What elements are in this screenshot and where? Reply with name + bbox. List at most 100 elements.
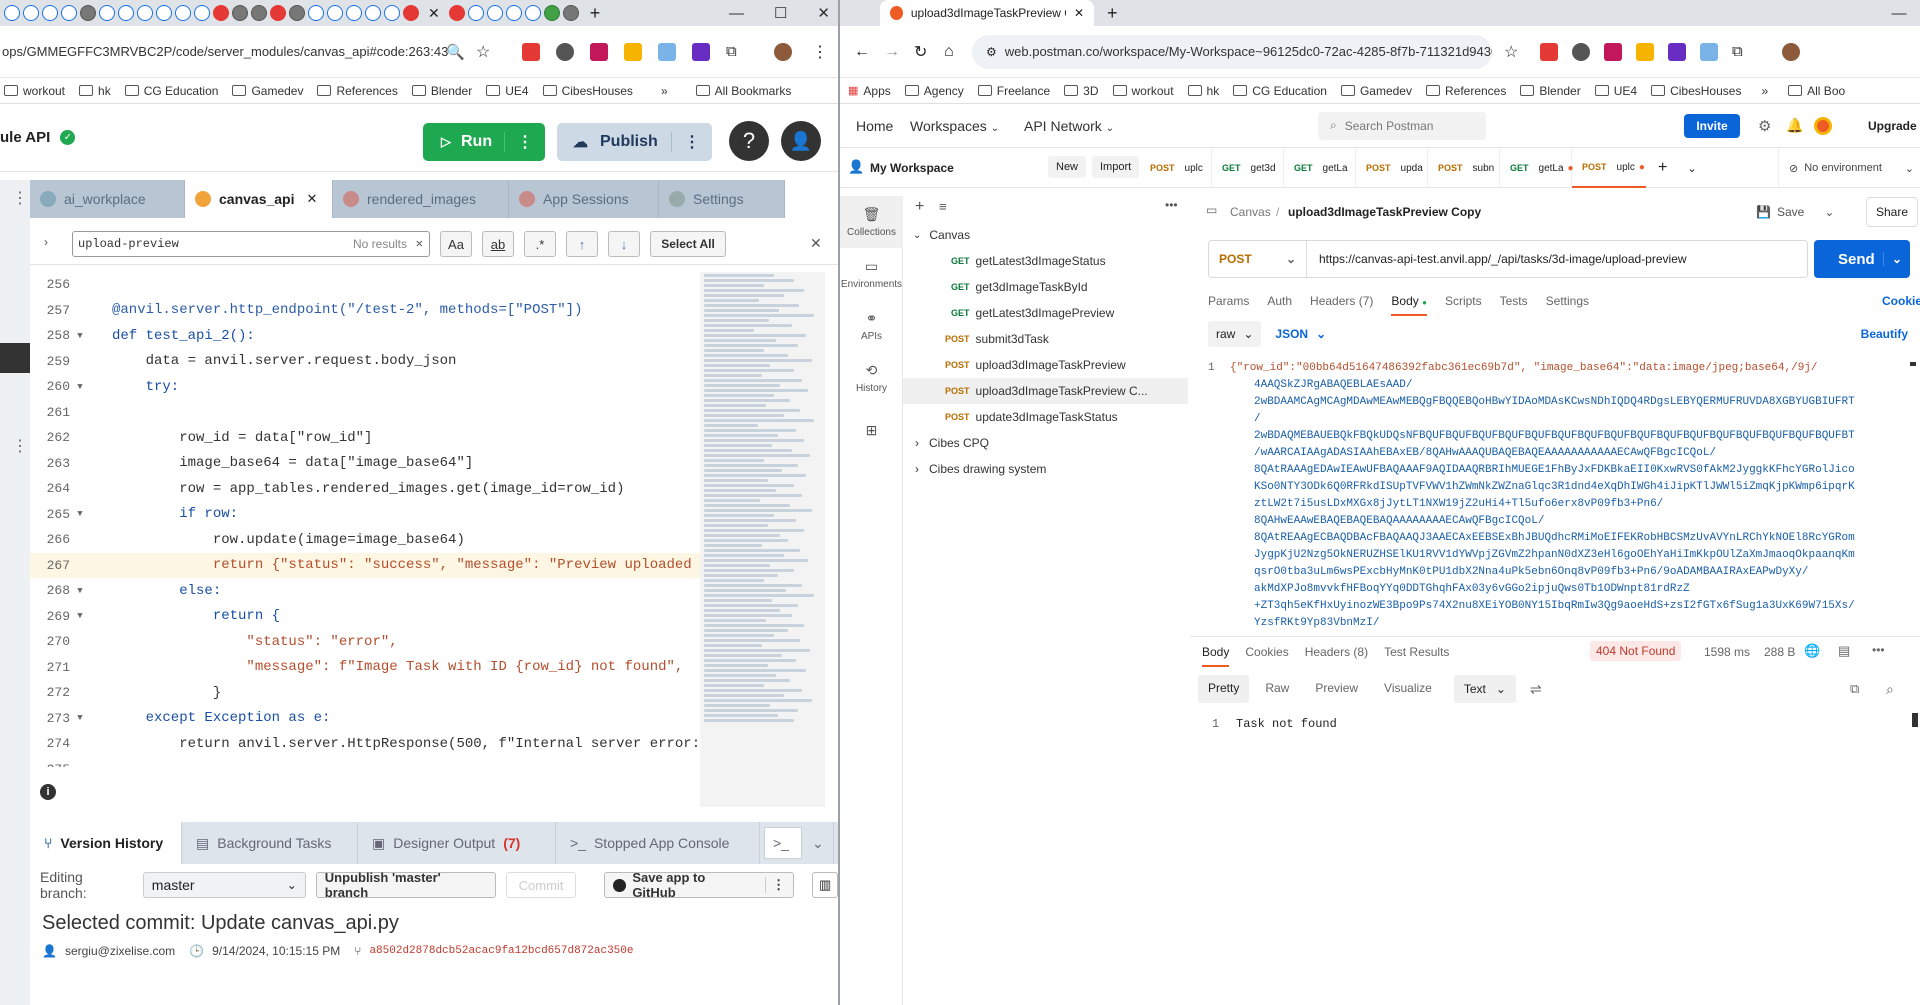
zoom-icon[interactable]: 🔍 — [446, 43, 465, 61]
forward-icon[interactable]: → — [884, 43, 900, 61]
fold-arrow-icon[interactable]: ▼ — [70, 713, 90, 723]
collection-canvas[interactable]: ⌄ Canvas — [903, 222, 1188, 248]
json-select[interactable]: JSON ⌄ — [1275, 327, 1326, 341]
tab-favicon[interactable] — [467, 5, 484, 21]
import-button[interactable]: Import — [1092, 156, 1140, 178]
tab-favicon[interactable] — [194, 5, 210, 21]
extension-icon[interactable] — [1636, 42, 1654, 61]
globe-icon[interactable]: 🌐 — [1804, 643, 1820, 659]
bookmark-folder[interactable]: Blender — [1520, 84, 1581, 98]
method-select[interactable]: POST ⌄ — [1209, 241, 1307, 277]
code-minimap[interactable] — [700, 272, 825, 807]
tab-favicon[interactable] — [80, 5, 96, 21]
invite-button[interactable]: Invite — [1684, 113, 1740, 138]
tab-ai-workplace[interactable]: ai_workplace — [30, 180, 185, 218]
tree-request-selected[interactable]: POST upload3dImageTaskPreview C... — [903, 378, 1188, 404]
collection-cibes-cpq[interactable]: › Cibes CPQ — [903, 430, 1188, 456]
notifications-bell-icon[interactable]: 🔔 — [1786, 117, 1803, 134]
previous-match-button[interactable]: ↑ — [566, 231, 598, 257]
request-tab[interactable]: GET get3d — [1212, 148, 1284, 188]
extension-icon[interactable] — [1604, 42, 1622, 61]
bookmark-folder[interactable]: Gamedev — [1340, 84, 1412, 98]
bookmark-star-icon[interactable]: ☆ — [1504, 42, 1518, 62]
tabs-dropdown-icon[interactable]: ⌄ — [1687, 148, 1696, 188]
tab-favicon[interactable] — [213, 5, 229, 21]
tab-favicon[interactable] — [365, 5, 381, 21]
code-editor[interactable]: 256 257 @anvil.server.http_endpoint("/tes… — [30, 272, 702, 767]
bookmark-star-icon[interactable]: ☆ — [476, 42, 490, 62]
extension-icon[interactable] — [556, 42, 574, 61]
browser-tab-active[interactable]: upload3dImageTaskPreview Co ✕ — [880, 0, 1094, 26]
nav-home[interactable]: Home — [856, 118, 893, 134]
search-postman[interactable]: ⌕ Search Postman — [1318, 111, 1486, 140]
tab-response-body[interactable]: Body — [1202, 645, 1230, 667]
request-tab[interactable]: POST subn — [1428, 148, 1500, 188]
minimize-icon[interactable]: — — [1892, 5, 1907, 22]
site-settings-icon[interactable]: ⚙ — [986, 45, 997, 59]
tree-request[interactable]: POST update3dImageTaskStatus — [903, 404, 1188, 430]
tab-favicon[interactable] — [308, 5, 324, 21]
chevron-right-icon[interactable]: › — [44, 235, 48, 249]
extension-icon[interactable] — [1700, 42, 1718, 61]
new-tab-icon[interactable]: + — [590, 3, 601, 24]
view-preview[interactable]: Preview — [1305, 675, 1368, 703]
layout-toggle-button[interactable]: ▥ — [812, 872, 838, 898]
clear-find-icon[interactable]: ✕ — [416, 236, 423, 251]
sidebar-item-environments[interactable]: ▭ Environments — [840, 248, 903, 300]
tab-settings[interactable]: Settings — [1546, 294, 1589, 316]
next-match-button[interactable]: ↓ — [608, 231, 640, 257]
drag-handle-icon[interactable]: ⋮ — [12, 436, 28, 456]
request-tab-active[interactable]: POST uplc ● — [1572, 148, 1646, 188]
bookmark-folder[interactable]: 3D — [1064, 84, 1099, 98]
tab-favicon[interactable] — [270, 5, 286, 21]
tab-favicon[interactable] — [4, 5, 20, 21]
wrap-lines-icon[interactable]: ⇌ — [1530, 675, 1542, 703]
sidebar-item-collections[interactable]: 🗑 Collections — [840, 196, 903, 248]
close-tab-icon[interactable]: ✕ — [428, 5, 440, 22]
info-icon[interactable]: i — [40, 784, 56, 800]
send-button[interactable]: Send ⌄ — [1814, 240, 1910, 278]
tree-request[interactable]: GET getLatest3dImageStatus — [903, 248, 1188, 274]
commit-hash[interactable]: a8502d2878dcb52acac9fa12bcd657d872ac350e — [369, 945, 633, 957]
cookies-link[interactable]: Cookies — [1882, 294, 1920, 308]
tab-background-tasks[interactable]: ▤ Background Tasks — [182, 822, 358, 864]
drag-handle-icon[interactable]: ⋮ — [12, 188, 28, 208]
request-body-editor[interactable]: 1 {"row_id":"00bb64d51647486392fabc361ec… — [1202, 358, 1907, 628]
more-bookmarks-icon[interactable]: » — [661, 84, 668, 98]
branch-select[interactable]: master ⌄ — [142, 872, 306, 898]
bookmark-folder[interactable]: Freelance — [977, 84, 1050, 98]
tab-favicon[interactable] — [23, 5, 39, 21]
bookmark-folder[interactable]: CibesHouses — [542, 84, 633, 98]
view-raw[interactable]: Raw — [1255, 675, 1299, 703]
extension-icon[interactable] — [1572, 42, 1590, 61]
tab-favicon[interactable] — [156, 5, 172, 21]
publish-options-icon[interactable]: ⋮ — [671, 132, 700, 152]
tab-favicon[interactable] — [175, 5, 191, 21]
tab-favicon[interactable] — [562, 5, 579, 21]
tab-params[interactable]: Params — [1208, 294, 1249, 316]
close-tab-icon[interactable]: ✕ — [1074, 6, 1084, 20]
environment-select[interactable]: ⊘ No environment ⌄ — [1778, 148, 1920, 188]
fold-arrow-icon[interactable]: ▼ — [70, 586, 90, 596]
tab-favicon[interactable] — [137, 5, 153, 21]
tab-favicon[interactable] — [505, 5, 522, 21]
url-field[interactable]: ⚙ web.postman.co/workspace/My-Workspace~… — [972, 34, 1492, 69]
more-options-icon[interactable]: ••• — [1872, 643, 1885, 657]
tab-favicon[interactable] — [232, 5, 248, 21]
save-response-icon[interactable]: ▤ — [1838, 643, 1850, 659]
search-icon[interactable]: ⌕ — [1886, 681, 1894, 698]
profile-avatar-icon[interactable] — [1782, 42, 1800, 61]
browser-menu-icon[interactable]: ⋮ — [812, 42, 828, 62]
share-button[interactable]: Share — [1866, 197, 1918, 227]
bookmark-folder[interactable]: CibesHouses — [1651, 84, 1741, 98]
chevron-down-icon[interactable]: ⌄ — [1824, 205, 1834, 219]
view-pretty[interactable]: Pretty — [1198, 675, 1250, 703]
tab-favicon[interactable] — [384, 5, 400, 21]
run-options-icon[interactable]: ⋮ — [504, 132, 533, 152]
fold-arrow-icon[interactable]: ▼ — [70, 331, 90, 341]
tree-request[interactable]: GET get3dImageTaskById — [903, 274, 1188, 300]
all-bookmarks[interactable]: All Boo — [1788, 84, 1845, 98]
tab-rendered-images[interactable]: rendered_images — [333, 180, 509, 218]
extension-icon[interactable] — [590, 42, 608, 61]
extensions-puzzle-icon[interactable]: ⧉ — [1732, 43, 1743, 60]
